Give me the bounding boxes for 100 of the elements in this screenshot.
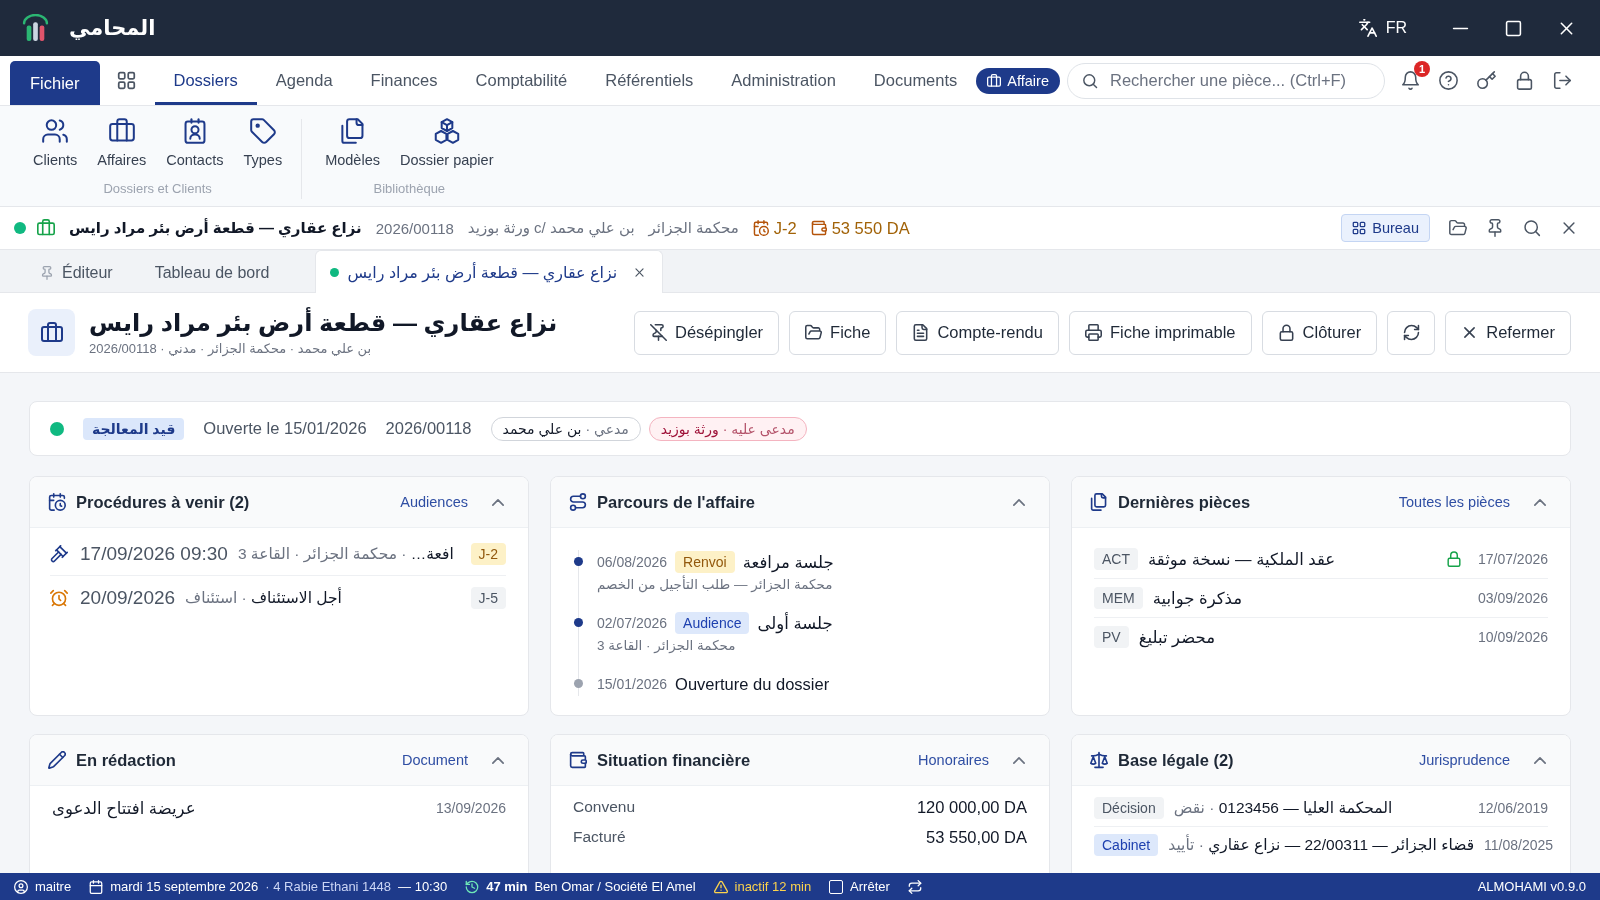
sync-icon[interactable] xyxy=(907,879,922,894)
action-button[interactable]: Fiche imprimable xyxy=(1068,310,1252,355)
document-tab[interactable]: Éditeur xyxy=(20,251,133,293)
collapse-icon[interactable] xyxy=(1013,498,1025,506)
close-case-button[interactable]: Refermer xyxy=(1445,310,1571,355)
folder-icon xyxy=(805,324,823,341)
file-menu-button[interactable]: Fichier xyxy=(10,61,100,105)
card-link[interactable]: Audiences xyxy=(400,494,468,510)
status-dot xyxy=(330,267,340,277)
status-badge: قيد المعالجة xyxy=(83,417,185,440)
grid-icon[interactable] xyxy=(116,71,136,90)
procedure-title: أجل الاستئناف xyxy=(251,588,342,606)
key-icon[interactable] xyxy=(1476,71,1496,90)
ribbon-button[interactable]: Affaires xyxy=(88,115,156,171)
stop-label: Arrêter xyxy=(850,879,890,894)
documents-icon xyxy=(1090,493,1108,511)
procedure-date: 20/09/2026 xyxy=(80,586,176,609)
collapse-icon[interactable] xyxy=(1013,756,1025,764)
ribbon-button[interactable]: Modèles xyxy=(316,115,389,171)
menu-tab[interactable]: Finances xyxy=(351,56,457,105)
card-link[interactable]: Toutes les pièces xyxy=(1398,494,1510,510)
action-button[interactable]: Fiche xyxy=(789,310,887,355)
alarm-clock-icon xyxy=(50,588,68,607)
tag-icon xyxy=(249,118,276,144)
document-tab[interactable]: Tableau de bord xyxy=(134,251,290,293)
current-time: — 10:30 xyxy=(398,879,448,894)
countdown-badge: J-2 xyxy=(470,542,506,565)
bell-icon[interactable] xyxy=(1400,71,1420,90)
card-title: En rédaction xyxy=(76,750,176,770)
context-chip[interactable]: Affaire xyxy=(976,67,1060,94)
search-field[interactable]: Rechercher une pièce... (Ctrl+F) xyxy=(1066,62,1385,99)
folder-icon[interactable] xyxy=(1449,219,1467,237)
app-version: ALMOHAMI v0.9.0 xyxy=(1477,879,1586,894)
event-date: 06/08/2026 xyxy=(597,554,668,570)
ribbon-button[interactable]: Dossier papier xyxy=(390,115,503,171)
document-tab[interactable]: نزاع عقاري — قطعة أرض بئر مراد رايس xyxy=(315,250,664,293)
event-title: جلسة أولى xyxy=(757,613,833,633)
deadline-label: J-2 xyxy=(773,218,797,238)
draft-date: 13/09/2026 xyxy=(435,800,506,816)
case-parties: ورثة بوزيد c/ بن علي محمد xyxy=(467,219,635,237)
collapse-icon[interactable] xyxy=(492,756,504,764)
refresh-button[interactable] xyxy=(1387,310,1436,355)
reference-date: 12/06/2019 xyxy=(1477,800,1548,816)
current-date: mardi 15 septembre 2026 xyxy=(110,879,259,894)
event-type-badge: Audience xyxy=(675,612,750,634)
bureau-button[interactable]: Bureau xyxy=(1341,214,1430,242)
maximize-icon[interactable] xyxy=(1504,18,1523,38)
collapse-icon[interactable] xyxy=(1534,498,1546,506)
document-title[interactable]: محضر تبليغ xyxy=(1138,627,1215,647)
menu-tab[interactable]: Administration xyxy=(712,56,855,105)
status-dot xyxy=(50,421,64,436)
ribbon-group-label: Dossiers et Clients xyxy=(103,181,212,196)
action-button[interactable]: Compte-rendu xyxy=(896,310,1059,355)
gavel-icon xyxy=(50,544,68,563)
card-link[interactable]: Jurisprudence xyxy=(1418,752,1510,768)
action-button[interactable]: Désépingler xyxy=(634,310,780,355)
briefcase-icon xyxy=(987,73,1002,88)
menu-tab[interactable]: Agenda xyxy=(256,56,352,105)
user-name: maitre xyxy=(35,879,72,894)
document-title[interactable]: مذكرة جوابية xyxy=(1152,588,1243,608)
logout-icon[interactable] xyxy=(1552,71,1572,90)
action-button[interactable]: Clôturer xyxy=(1261,310,1378,355)
pin-icon[interactable] xyxy=(1486,219,1504,237)
balance-amount: 53 550 DA xyxy=(831,218,910,238)
party-tag: مدعى عليه · ورثة بوزيد xyxy=(648,416,807,441)
pencil-icon xyxy=(48,751,66,769)
menu-tab[interactable]: Documents xyxy=(854,56,977,105)
reference-title[interactable]: قضاء الجزائر — 22/00311 — نزاع عقاري xyxy=(1208,836,1475,853)
wallet-icon xyxy=(810,220,827,236)
procedure-detail: · محكمة الجزائر · القاعة 3 xyxy=(237,544,407,562)
event-title: جلسة مرافعة xyxy=(742,552,834,572)
case-title: نزاع عقاري — قطعة أرض بئر مراد رايس xyxy=(69,219,362,237)
document-title[interactable]: عقد الملكية — نسخة موثقة xyxy=(1148,549,1336,569)
card-title: Base légale (2) xyxy=(1118,750,1234,770)
lock-icon[interactable] xyxy=(1514,71,1534,90)
card-link[interactable]: Document xyxy=(401,752,468,768)
calendar-icon xyxy=(89,879,104,894)
close-icon[interactable] xyxy=(633,265,647,279)
search-icon[interactable] xyxy=(1523,219,1541,237)
stop-checkbox[interactable] xyxy=(829,879,844,894)
document-icon xyxy=(912,324,930,341)
ribbon-button[interactable]: Contacts xyxy=(157,115,233,171)
menu-tab[interactable]: Référentiels xyxy=(586,56,713,105)
document-type-badge: PV xyxy=(1094,626,1129,648)
reference-type-badge: Cabinet xyxy=(1094,834,1159,856)
reference-outcome: · تأييد xyxy=(1168,836,1204,853)
notification-badge: 1 xyxy=(1413,61,1430,77)
event-date: 15/01/2026 xyxy=(597,676,668,692)
help-icon[interactable] xyxy=(1438,71,1458,90)
card-link[interactable]: Honoraires xyxy=(918,752,989,768)
language-button[interactable]: FR xyxy=(1358,19,1407,37)
draft-title[interactable]: عريضة افتتاح الدعوى xyxy=(52,798,196,818)
ribbon-button[interactable]: Clients xyxy=(24,115,87,171)
app-name: المحامي xyxy=(69,16,156,40)
collapse-icon[interactable] xyxy=(492,498,504,506)
reference-title[interactable]: المحكمة العليا — 0123456 xyxy=(1218,799,1393,816)
reference-outcome: · نقض xyxy=(1173,799,1215,816)
ribbon-button[interactable]: Types xyxy=(234,115,292,171)
menu-tab[interactable]: Comptabilité xyxy=(456,56,587,105)
collapse-icon[interactable] xyxy=(1534,756,1546,764)
